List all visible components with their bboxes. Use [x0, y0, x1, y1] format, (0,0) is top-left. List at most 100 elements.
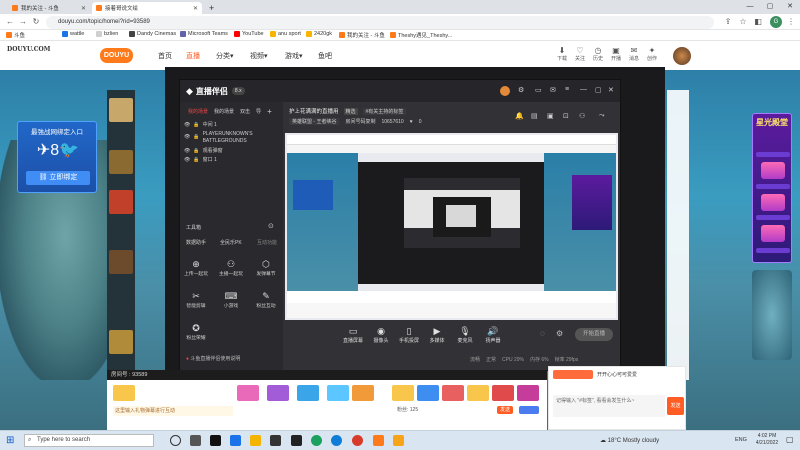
- gift-item[interactable]: [467, 385, 489, 401]
- minimize-button[interactable]: —: [740, 0, 760, 14]
- nav-live[interactable]: 直播: [186, 51, 200, 61]
- weather-widget[interactable]: ☁ 18°C Mostly cloudy: [600, 437, 659, 444]
- stream-title[interactable]: 护上花满满的直播用: [289, 107, 339, 115]
- bookmark-item[interactable]: YouTube: [234, 31, 264, 37]
- send-button[interactable]: 发送: [497, 406, 513, 414]
- close-tab-icon[interactable]: ✕: [81, 5, 86, 12]
- star-icon[interactable]: ☆: [737, 16, 749, 28]
- camera-button[interactable]: ◉ 摄像头: [366, 326, 396, 344]
- create-button[interactable]: ✦ 创作: [645, 46, 659, 62]
- tool-anchor-play[interactable]: ⚇ 主播一起玩: [216, 259, 246, 277]
- bookmark-item[interactable]: bzlien: [96, 31, 118, 37]
- nav-video[interactable]: 视频▾: [250, 51, 268, 61]
- notice-link[interactable]: ● 斗鱼直播伴侣使用说明: [186, 355, 240, 362]
- capture-screen-button[interactable]: ▭ 直播屏幕: [338, 326, 368, 344]
- tool-minigame[interactable]: ⌨ 小游戏: [216, 291, 246, 309]
- language-indicator[interactable]: ENG: [735, 437, 747, 443]
- extensions-icon[interactable]: ◧: [752, 16, 764, 28]
- close-icon[interactable]: ✕: [608, 86, 614, 94]
- nav-category[interactable]: 分类▾: [216, 51, 234, 61]
- toolbox-more-icon[interactable]: ⊙: [268, 222, 274, 230]
- bookmark-item[interactable]: 2420gk: [306, 31, 332, 37]
- lock-icon[interactable]: ⊡: [563, 112, 569, 120]
- menu-icon[interactable]: ≡: [565, 86, 569, 93]
- site-logo[interactable]: DOUYU 斗鱼: [100, 48, 133, 74]
- tab-double[interactable]: 双击: [240, 108, 250, 115]
- menu-icon[interactable]: ⋮: [785, 16, 797, 28]
- chat-input[interactable]: 这里输入礼物弹幕进行互动: [113, 406, 233, 416]
- address-bar[interactable]: douyu.com/topic/homei?rid=93589: [46, 15, 714, 29]
- task-view-icon[interactable]: [190, 435, 201, 446]
- recommend-card[interactable]: [109, 330, 133, 354]
- add-scene-icon[interactable]: +: [267, 107, 272, 116]
- app-icon[interactable]: [210, 435, 221, 446]
- bookmark-item[interactable]: Dandy Cinemas: [129, 31, 176, 37]
- clock[interactable]: 4:02 PM 4/21/2022: [752, 433, 782, 447]
- category-select[interactable]: 英雄联盟 - 王者峡谷: [289, 118, 340, 125]
- gift-item[interactable]: [517, 385, 539, 401]
- bookmark-item[interactable]: wattle: [62, 31, 84, 37]
- microphone-button[interactable]: 🎙 麦克风: [450, 326, 480, 344]
- windows-start-icon[interactable]: ⊞: [6, 435, 14, 446]
- recommend-card[interactable]: [109, 98, 133, 122]
- forward-icon[interactable]: →: [17, 16, 29, 28]
- group-icon[interactable]: ⚇: [579, 112, 585, 120]
- back-icon[interactable]: ←: [4, 16, 16, 28]
- tag-item[interactable]: #有关主持的标签: [362, 107, 407, 115]
- edge-icon[interactable]: [331, 435, 342, 446]
- settings-icon[interactable]: ⚙: [518, 86, 524, 94]
- starlight-palace-banner[interactable]: 星光殿堂: [752, 113, 792, 263]
- user-avatar[interactable]: [673, 47, 691, 65]
- gift-item[interactable]: [267, 385, 289, 401]
- app-icon[interactable]: [291, 435, 302, 446]
- tab-import[interactable]: 导: [256, 108, 261, 115]
- gift-item[interactable]: [417, 385, 439, 401]
- tab-douyu-follow[interactable]: 我的关注 - 斗鱼 ✕: [8, 2, 90, 14]
- mail-icon[interactable]: ✉: [550, 86, 556, 94]
- new-tab-button[interactable]: +: [205, 2, 217, 14]
- gift-item[interactable]: [297, 385, 319, 401]
- recommend-card[interactable]: [109, 250, 133, 274]
- bookmark-item[interactable]: anu sport: [270, 31, 301, 37]
- tool-tab-pk[interactable]: 全民乐PK: [220, 239, 242, 246]
- cortana-icon[interactable]: [170, 435, 181, 446]
- maximize-button[interactable]: ▢: [760, 0, 780, 14]
- taskbar-search[interactable]: ⌕ Type here to search: [24, 434, 154, 447]
- tab-active[interactable]: 接着哥说文绘 ✕: [92, 2, 202, 14]
- start-live-button[interactable]: 开始直播: [575, 328, 613, 341]
- share-icon[interactable]: ⤳: [599, 112, 605, 120]
- mobile-cast-button[interactable]: ▯ 手机投屏: [394, 326, 424, 344]
- douyu-icon[interactable]: [373, 435, 384, 446]
- tab-scenes[interactable]: 我的场景: [188, 108, 208, 115]
- settings-icon[interactable]: ⚙: [556, 329, 563, 338]
- close-tab-icon[interactable]: ✕: [193, 5, 198, 12]
- tool-upload[interactable]: ⊕ 上传一起玩: [181, 259, 211, 277]
- media-button[interactable]: ▶ 多媒体: [422, 326, 452, 344]
- bell-icon[interactable]: 🔔: [515, 112, 524, 120]
- scene-item[interactable]: 👁 🔒 窗口 1: [184, 155, 279, 164]
- gift-item[interactable]: [492, 385, 514, 401]
- companion-app-icon[interactable]: [393, 435, 404, 446]
- scene-item[interactable]: 👁 🔒 PLAYERUNKNOWN'S BATTLEGROUNDS: [184, 129, 279, 146]
- recommend-card[interactable]: [109, 190, 133, 214]
- reload-icon[interactable]: ↻: [30, 16, 42, 28]
- tool-danmaku[interactable]: ⬡ 发弹幕节: [251, 259, 281, 277]
- bookmark-item[interactable]: 斗鱼: [6, 31, 25, 39]
- copy-room-link[interactable]: 房间号码复制: [345, 118, 375, 125]
- mail-icon[interactable]: [230, 435, 241, 446]
- start-live-button[interactable]: ▣ 开播: [609, 46, 623, 62]
- notification-icon[interactable]: ▢: [786, 435, 794, 444]
- chat-icon[interactable]: ▤: [531, 112, 538, 120]
- maximize-icon[interactable]: ▢: [595, 86, 602, 94]
- nav-home[interactable]: 首页: [158, 51, 172, 61]
- message-button[interactable]: ✉ 消息: [627, 46, 641, 62]
- gift-item[interactable]: [352, 385, 374, 401]
- app-icon[interactable]: [270, 435, 281, 446]
- bookmark-item[interactable]: Microsoft Teams: [180, 31, 228, 37]
- refresh-icon[interactable]: ◌: [540, 329, 545, 338]
- gift-item[interactable]: [392, 385, 414, 401]
- bookmark-item[interactable]: 我的关注 - 斗鱼: [339, 31, 385, 39]
- follow-button[interactable]: ♡ 关注: [573, 46, 587, 62]
- gift-item[interactable]: [113, 385, 135, 401]
- tool-tab-interact[interactable]: 互动功能: [257, 239, 277, 246]
